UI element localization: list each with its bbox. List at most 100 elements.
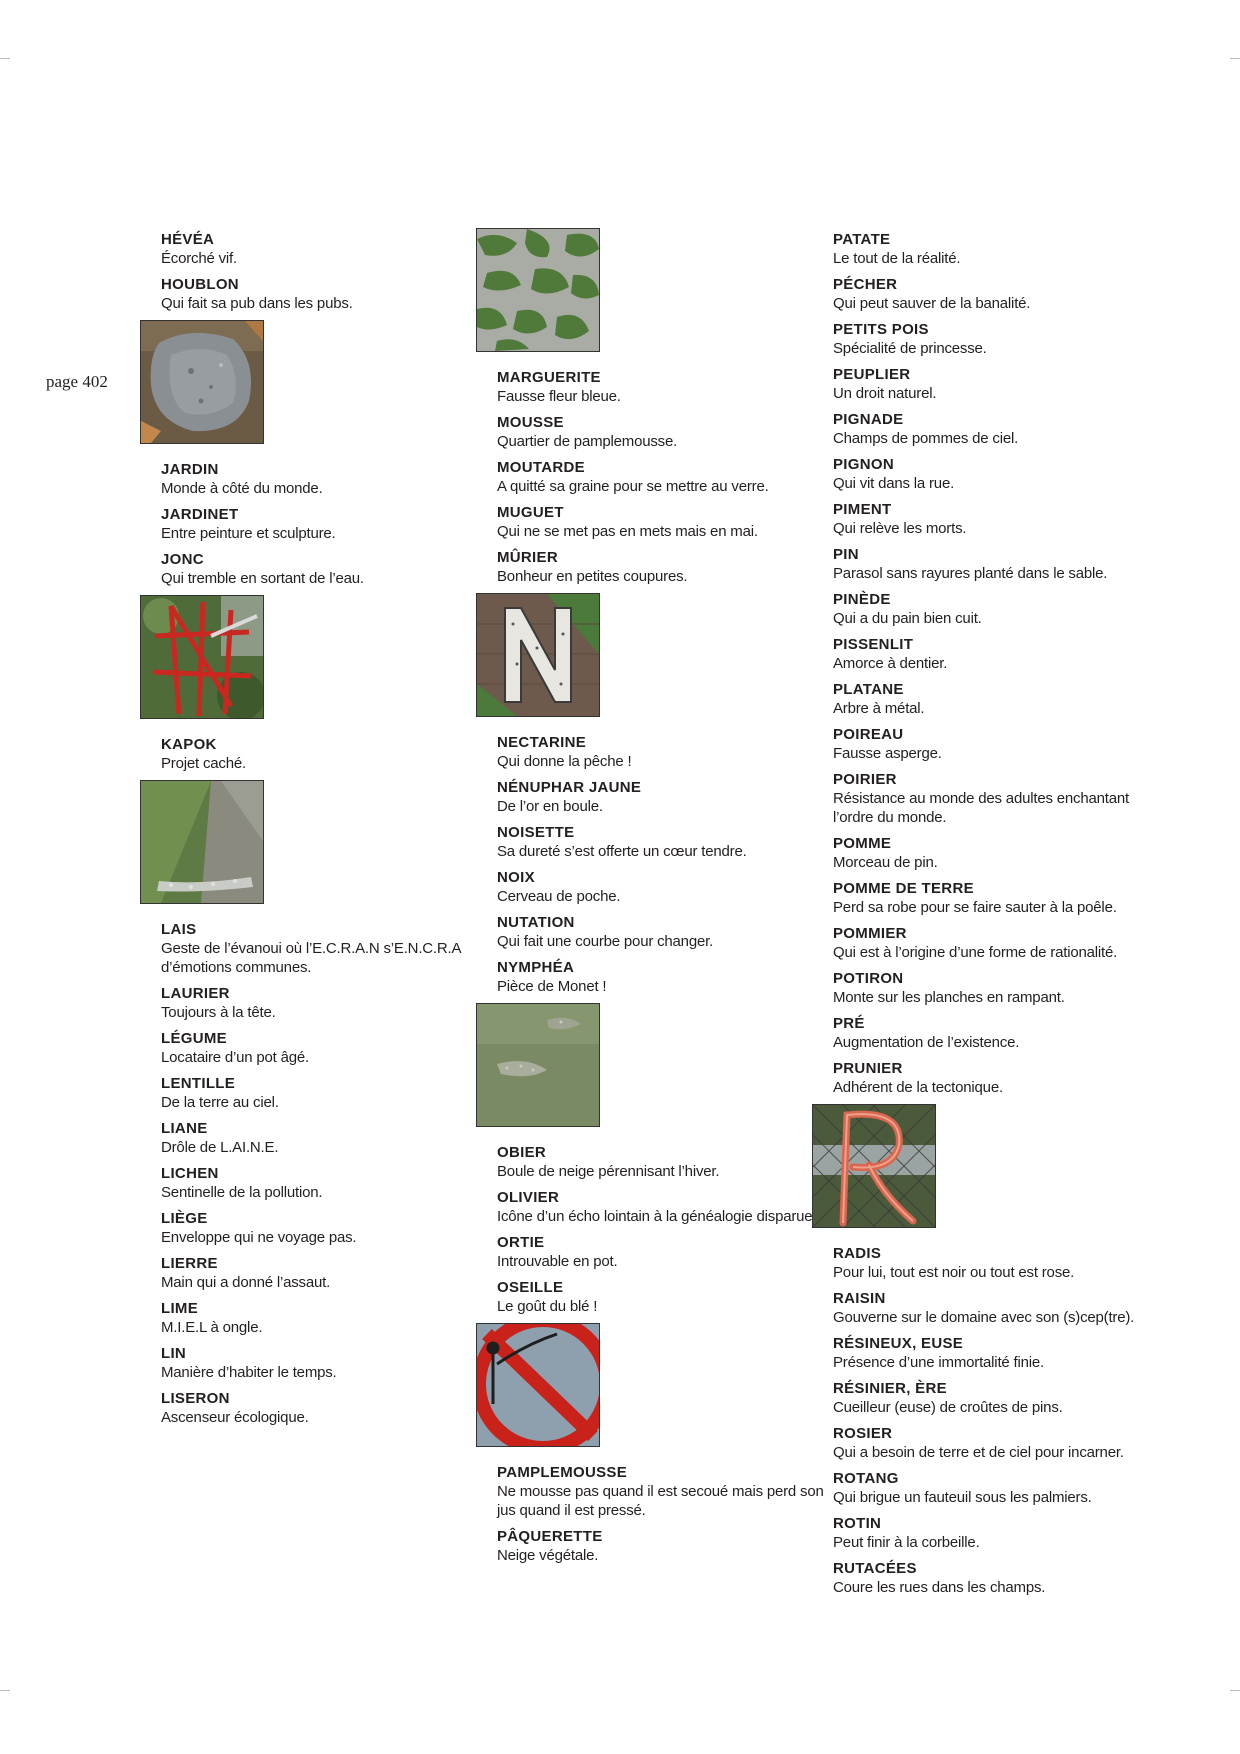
entry-term: OSEILLE bbox=[497, 1279, 564, 1296]
entry-term: OLIVIER bbox=[497, 1189, 560, 1206]
entry-term: NYMPHÉA bbox=[497, 959, 575, 976]
entry-definition: Qui vit dans la rue. bbox=[833, 475, 955, 492]
entry-definition: Locataire d’un pot âgé. bbox=[161, 1049, 310, 1066]
entry-term: LENTILLE bbox=[161, 1075, 236, 1092]
glossary-entry-liege: LIÈGE Enveloppe qui ne voyage pas. bbox=[161, 1209, 491, 1247]
glossary-entry-piment: PIMENT Qui relève les morts. bbox=[833, 500, 1163, 538]
entry-definition: Le tout de la réalité. bbox=[833, 250, 961, 267]
entry-definition: Qui peut sauver de la banalité. bbox=[833, 295, 1031, 312]
entry-term: RÉSINEUX, EUSE bbox=[833, 1335, 964, 1352]
entry-term: MÛRIER bbox=[497, 549, 558, 566]
entry-term: NECTARINE bbox=[497, 734, 587, 751]
entry-definition: Cerveau de poche. bbox=[497, 888, 621, 905]
glossary-entry-prunier: PRUNIER Adhérent de la tectonique. bbox=[833, 1059, 1163, 1097]
glossary-entry-rutacees: RUTACÉES Coure les rues dans les champs. bbox=[833, 1559, 1163, 1597]
glossary-entry-legume: LÉGUME Locataire d’un pot âgé. bbox=[161, 1029, 491, 1067]
glossary-entry-liseron: LISERON Ascenseur écologique. bbox=[161, 1389, 491, 1427]
page-number: page 402 bbox=[46, 372, 108, 391]
entry-definition: Sa dureté s’est offerte un cœur tendre. bbox=[497, 843, 747, 860]
entry-term: POMME DE TERRE bbox=[833, 880, 974, 897]
glossary-entry-hevea: HÉVÉA Écorché vif. bbox=[161, 230, 491, 268]
glossary-entry-poirier: POIRIER Résistance au monde des adultes e… bbox=[833, 770, 1163, 827]
glossary-entry-lierre: LIERRE Main qui a donné l’assaut. bbox=[161, 1254, 491, 1292]
glossary-entry-mousse: MOUSSE Quartier de pamplemousse. bbox=[497, 413, 827, 451]
glossary-entry-jardinet: JARDINET Entre peinture et sculpture. bbox=[161, 505, 491, 543]
entry-definition: Drôle de L.AI.N.E. bbox=[161, 1139, 279, 1156]
entry-term: PIMENT bbox=[833, 501, 892, 518]
entry-term: PRÉ bbox=[833, 1015, 865, 1032]
glossary-entry-laurier: LAURIER Toujours à la tête. bbox=[161, 984, 491, 1022]
entry-term: PIGNADE bbox=[833, 411, 904, 428]
glossary-entry-platane: PLATANE Arbre à métal. bbox=[833, 680, 1163, 718]
entry-definition: Fausse fleur bleue. bbox=[497, 388, 621, 405]
entry-definition: Qui fait une courbe pour changer. bbox=[497, 933, 714, 950]
entry-term: LIÈGE bbox=[161, 1210, 208, 1227]
glossary-entry-marguerite: MARGUERITE Fausse fleur bleue. bbox=[497, 368, 827, 406]
moss-photo bbox=[476, 228, 600, 352]
crop-mark bbox=[1230, 1690, 1240, 1691]
entry-definition: Le goût du blé ! bbox=[497, 1298, 598, 1315]
entry-term: NÉNUPHAR JAUNE bbox=[497, 779, 642, 796]
prohibition-sign-photo bbox=[476, 1323, 600, 1447]
entry-definition: Adhérent de la tectonique. bbox=[833, 1079, 1003, 1096]
entry-definition: Qui ne se met pas en mets mais en mai. bbox=[497, 523, 758, 540]
entry-term: LIANE bbox=[161, 1120, 208, 1137]
glossary-entry-noisette: NOISETTE Sa dureté s’est offerte un cœur … bbox=[497, 823, 827, 861]
glossary-entry-lime: LIME M.I.E.L à ongle. bbox=[161, 1299, 491, 1337]
entry-definition: Pièce de Monet ! bbox=[497, 978, 607, 995]
glossary-entry-jonc: JONC Qui tremble en sortant de l’eau. bbox=[161, 550, 491, 588]
glossary-entry-ortie: ORTIE Introuvable en pot. bbox=[497, 1233, 827, 1271]
entry-definition: Arbre à métal. bbox=[833, 700, 925, 717]
entry-term: POIREAU bbox=[833, 726, 904, 743]
red-sculpture-photo bbox=[140, 595, 264, 719]
entry-term: ROSIER bbox=[833, 1425, 893, 1442]
entry-term: RADIS bbox=[833, 1245, 882, 1262]
entry-term: RÉSINIER, ÈRE bbox=[833, 1380, 947, 1397]
entry-term: JARDINET bbox=[161, 506, 239, 523]
entry-definition: Présence d’une immortalité finie. bbox=[833, 1354, 1045, 1371]
glossary-entry-raisin: RAISIN Gouverne sur le domaine avec son (… bbox=[833, 1289, 1163, 1327]
glossary-entry-lichen: LICHEN Sentinelle de la pollution. bbox=[161, 1164, 491, 1202]
entry-term: LICHEN bbox=[161, 1165, 219, 1182]
glossary-entry-rosier: ROSIER Qui a besoin de terre et de ciel p… bbox=[833, 1424, 1163, 1462]
entry-term: POMME bbox=[833, 835, 892, 852]
glossary-entry-nutation: NUTATION Qui fait une courbe pour changer… bbox=[497, 913, 827, 951]
entry-term: PÂQUERETTE bbox=[497, 1528, 603, 1545]
entry-term: PAMPLEMOUSSE bbox=[497, 1464, 628, 1481]
entry-term: PIN bbox=[833, 546, 859, 563]
glossary-entry-olivier: OLIVIER Icône d’un écho lointain à la gén… bbox=[497, 1188, 827, 1226]
glossary-entry-pomme: POMME Morceau de pin. bbox=[833, 834, 1163, 872]
entry-term: NUTATION bbox=[497, 914, 575, 931]
entry-definition: Augmentation de l’existence. bbox=[833, 1034, 1020, 1051]
entry-term: PATATE bbox=[833, 231, 891, 248]
entry-definition: Qui donne la pêche ! bbox=[497, 753, 632, 770]
lawn-photo bbox=[476, 1003, 600, 1127]
entry-term: MOUTARDE bbox=[497, 459, 585, 476]
entry-term: LIME bbox=[161, 1300, 199, 1317]
crop-mark bbox=[1230, 58, 1240, 59]
entry-term: OBIER bbox=[497, 1144, 547, 1161]
glossary-entry-liane: LIANE Drôle de L.AI.N.E. bbox=[161, 1119, 491, 1157]
stone-photo bbox=[140, 320, 264, 444]
glossary-entry-pecher: PÉCHER Qui peut sauver de la banalité. bbox=[833, 275, 1163, 313]
entry-definition: Ne mousse pas quand il est secoué mais p… bbox=[497, 1483, 824, 1519]
entry-term: ORTIE bbox=[497, 1234, 545, 1251]
column-2: MARGUERITE Fausse fleur bleue. MOUSSE Quart… bbox=[476, 228, 827, 1572]
entry-definition: De la terre au ciel. bbox=[161, 1094, 279, 1111]
entry-term: LISERON bbox=[161, 1390, 230, 1407]
entry-term: MOUSSE bbox=[497, 414, 564, 431]
glossary-entry-kapok: KAPOK Projet caché. bbox=[161, 735, 491, 773]
entry-definition: Qui est à l’origine d’une forme de ratio… bbox=[833, 944, 1118, 961]
entry-definition: Gouverne sur le domaine avec son (s)cep(… bbox=[833, 1309, 1135, 1326]
entry-definition: Qui fait sa pub dans les pubs. bbox=[161, 295, 353, 312]
entry-definition: Amorce à dentier. bbox=[833, 655, 948, 672]
entry-definition: Coure les rues dans les champs. bbox=[833, 1579, 1046, 1596]
glossary-entry-nenuphar-jaune: NÉNUPHAR JAUNE De l’or en boule. bbox=[497, 778, 827, 816]
glossary-entry-poireau: POIREAU Fausse asperge. bbox=[833, 725, 1163, 763]
entry-definition: Qui a besoin de terre et de ciel pour in… bbox=[833, 1444, 1124, 1461]
entry-definition: Qui brigue un fauteuil sous les palmiers… bbox=[833, 1489, 1092, 1506]
entry-term: POIRIER bbox=[833, 771, 897, 788]
entry-term: ROTIN bbox=[833, 1515, 882, 1532]
glossary-entry-pre: PRÉ Augmentation de l’existence. bbox=[833, 1014, 1163, 1052]
glossary-entry-pamplemousse: PAMPLEMOUSSE Ne mousse pas quand il est s… bbox=[497, 1463, 827, 1520]
